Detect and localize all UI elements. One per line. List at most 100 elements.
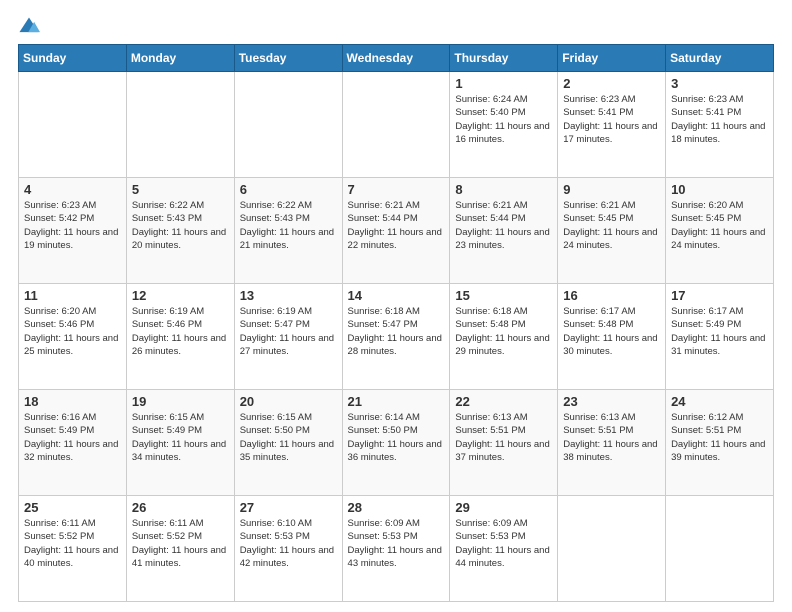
calendar-cell: 17Sunrise: 6:17 AM Sunset: 5:49 PM Dayli…	[666, 284, 774, 390]
day-number: 27	[240, 500, 337, 515]
day-info: Sunrise: 6:19 AM Sunset: 5:46 PM Dayligh…	[132, 305, 229, 358]
day-number: 13	[240, 288, 337, 303]
calendar-cell	[558, 496, 666, 602]
weekday-header: Thursday	[450, 45, 558, 72]
calendar-cell: 10Sunrise: 6:20 AM Sunset: 5:45 PM Dayli…	[666, 178, 774, 284]
day-number: 19	[132, 394, 229, 409]
calendar-week-row: 25 Sunrise: 6:11 AM Sunset: 5:52 PM Dayli…	[19, 496, 774, 602]
calendar-cell: 3 Sunrise: 6:23 AM Sunset: 5:41 PM Daylig…	[666, 72, 774, 178]
day-info: Sunrise: 6:14 AM Sunset: 5:50 PM Dayligh…	[348, 411, 445, 464]
calendar-cell: 23 Sunrise: 6:13 AM Sunset: 5:51 PM Dayli…	[558, 390, 666, 496]
calendar-cell: 6 Sunrise: 6:22 AM Sunset: 5:43 PM Daylig…	[234, 178, 342, 284]
day-info: Sunrise: 6:15 AM Sunset: 5:50 PM Dayligh…	[240, 411, 337, 464]
day-info: Sunrise: 6:17 AM Sunset: 5:48 PM Dayligh…	[563, 305, 660, 358]
calendar-body: 1Sunrise: 6:24 AM Sunset: 5:40 PM Daylig…	[19, 72, 774, 602]
day-number: 16	[563, 288, 660, 303]
day-number: 21	[348, 394, 445, 409]
day-info: Sunrise: 6:18 AM Sunset: 5:48 PM Dayligh…	[455, 305, 552, 358]
day-info: Sunrise: 6:21 AM Sunset: 5:45 PM Dayligh…	[563, 199, 660, 252]
calendar-cell: 14 Sunrise: 6:18 AM Sunset: 5:47 PM Dayli…	[342, 284, 450, 390]
weekday-header: Wednesday	[342, 45, 450, 72]
day-number: 23	[563, 394, 660, 409]
calendar-cell: 8Sunrise: 6:21 AM Sunset: 5:44 PM Daylig…	[450, 178, 558, 284]
day-number: 14	[348, 288, 445, 303]
calendar-cell: 18 Sunrise: 6:16 AM Sunset: 5:49 PM Dayli…	[19, 390, 127, 496]
calendar-cell: 27 Sunrise: 6:10 AM Sunset: 5:53 PM Dayli…	[234, 496, 342, 602]
day-info: Sunrise: 6:10 AM Sunset: 5:53 PM Dayligh…	[240, 517, 337, 570]
calendar-cell: 2 Sunrise: 6:23 AM Sunset: 5:41 PM Daylig…	[558, 72, 666, 178]
calendar-cell: 25 Sunrise: 6:11 AM Sunset: 5:52 PM Dayli…	[19, 496, 127, 602]
header-row: SundayMondayTuesdayWednesdayThursdayFrid…	[19, 45, 774, 72]
weekday-header: Tuesday	[234, 45, 342, 72]
calendar-cell	[234, 72, 342, 178]
day-number: 4	[24, 182, 121, 197]
day-info: Sunrise: 6:22 AM Sunset: 5:43 PM Dayligh…	[240, 199, 337, 252]
calendar-cell: 28 Sunrise: 6:09 AM Sunset: 5:53 PM Dayli…	[342, 496, 450, 602]
day-number: 26	[132, 500, 229, 515]
day-info: Sunrise: 6:09 AM Sunset: 5:53 PM Dayligh…	[348, 517, 445, 570]
calendar-week-row: 1Sunrise: 6:24 AM Sunset: 5:40 PM Daylig…	[19, 72, 774, 178]
day-info: Sunrise: 6:19 AM Sunset: 5:47 PM Dayligh…	[240, 305, 337, 358]
calendar-cell: 26 Sunrise: 6:11 AM Sunset: 5:52 PM Dayli…	[126, 496, 234, 602]
calendar-week-row: 11 Sunrise: 6:20 AM Sunset: 5:46 PM Dayli…	[19, 284, 774, 390]
weekday-header: Saturday	[666, 45, 774, 72]
day-info: Sunrise: 6:13 AM Sunset: 5:51 PM Dayligh…	[455, 411, 552, 464]
day-info: Sunrise: 6:09 AM Sunset: 5:53 PM Dayligh…	[455, 517, 552, 570]
day-info: Sunrise: 6:20 AM Sunset: 5:45 PM Dayligh…	[671, 199, 768, 252]
day-number: 7	[348, 182, 445, 197]
day-number: 29	[455, 500, 552, 515]
calendar-table: SundayMondayTuesdayWednesdayThursdayFrid…	[18, 44, 774, 602]
day-number: 22	[455, 394, 552, 409]
calendar-cell: 29 Sunrise: 6:09 AM Sunset: 5:53 PM Dayli…	[450, 496, 558, 602]
calendar-cell: 16 Sunrise: 6:17 AM Sunset: 5:48 PM Dayli…	[558, 284, 666, 390]
day-info: Sunrise: 6:21 AM Sunset: 5:44 PM Dayligh…	[348, 199, 445, 252]
day-info: Sunrise: 6:23 AM Sunset: 5:42 PM Dayligh…	[24, 199, 121, 252]
calendar-cell: 15 Sunrise: 6:18 AM Sunset: 5:48 PM Dayli…	[450, 284, 558, 390]
calendar-cell: 9 Sunrise: 6:21 AM Sunset: 5:45 PM Daylig…	[558, 178, 666, 284]
day-info: Sunrise: 6:21 AM Sunset: 5:44 PM Dayligh…	[455, 199, 552, 252]
calendar-cell: 1Sunrise: 6:24 AM Sunset: 5:40 PM Daylig…	[450, 72, 558, 178]
calendar-cell: 5Sunrise: 6:22 AM Sunset: 5:43 PM Daylig…	[126, 178, 234, 284]
day-number: 25	[24, 500, 121, 515]
day-number: 18	[24, 394, 121, 409]
day-number: 9	[563, 182, 660, 197]
day-info: Sunrise: 6:16 AM Sunset: 5:49 PM Dayligh…	[24, 411, 121, 464]
day-number: 20	[240, 394, 337, 409]
day-info: Sunrise: 6:23 AM Sunset: 5:41 PM Dayligh…	[563, 93, 660, 146]
top-section	[18, 16, 774, 38]
logo	[18, 16, 44, 38]
calendar-week-row: 4 Sunrise: 6:23 AM Sunset: 5:42 PM Daylig…	[19, 178, 774, 284]
calendar-cell: 7 Sunrise: 6:21 AM Sunset: 5:44 PM Daylig…	[342, 178, 450, 284]
day-info: Sunrise: 6:13 AM Sunset: 5:51 PM Dayligh…	[563, 411, 660, 464]
calendar-cell: 21 Sunrise: 6:14 AM Sunset: 5:50 PM Dayli…	[342, 390, 450, 496]
day-number: 1	[455, 76, 552, 91]
day-info: Sunrise: 6:11 AM Sunset: 5:52 PM Dayligh…	[132, 517, 229, 570]
calendar-cell: 4 Sunrise: 6:23 AM Sunset: 5:42 PM Daylig…	[19, 178, 127, 284]
day-info: Sunrise: 6:20 AM Sunset: 5:46 PM Dayligh…	[24, 305, 121, 358]
day-info: Sunrise: 6:15 AM Sunset: 5:49 PM Dayligh…	[132, 411, 229, 464]
logo-icon	[18, 16, 40, 38]
calendar-cell: 20 Sunrise: 6:15 AM Sunset: 5:50 PM Dayli…	[234, 390, 342, 496]
day-info: Sunrise: 6:18 AM Sunset: 5:47 PM Dayligh…	[348, 305, 445, 358]
calendar-cell: 13 Sunrise: 6:19 AM Sunset: 5:47 PM Dayli…	[234, 284, 342, 390]
calendar-cell: 22 Sunrise: 6:13 AM Sunset: 5:51 PM Dayli…	[450, 390, 558, 496]
day-number: 3	[671, 76, 768, 91]
calendar-cell	[666, 496, 774, 602]
day-number: 28	[348, 500, 445, 515]
day-number: 6	[240, 182, 337, 197]
page: SundayMondayTuesdayWednesdayThursdayFrid…	[0, 0, 792, 612]
calendar-cell: 19 Sunrise: 6:15 AM Sunset: 5:49 PM Dayli…	[126, 390, 234, 496]
weekday-header: Sunday	[19, 45, 127, 72]
day-info: Sunrise: 6:12 AM Sunset: 5:51 PM Dayligh…	[671, 411, 768, 464]
weekday-header: Monday	[126, 45, 234, 72]
day-info: Sunrise: 6:22 AM Sunset: 5:43 PM Dayligh…	[132, 199, 229, 252]
day-number: 11	[24, 288, 121, 303]
day-info: Sunrise: 6:23 AM Sunset: 5:41 PM Dayligh…	[671, 93, 768, 146]
weekday-header: Friday	[558, 45, 666, 72]
day-number: 2	[563, 76, 660, 91]
day-info: Sunrise: 6:11 AM Sunset: 5:52 PM Dayligh…	[24, 517, 121, 570]
calendar-cell	[342, 72, 450, 178]
day-number: 12	[132, 288, 229, 303]
calendar-week-row: 18 Sunrise: 6:16 AM Sunset: 5:49 PM Dayli…	[19, 390, 774, 496]
day-number: 15	[455, 288, 552, 303]
